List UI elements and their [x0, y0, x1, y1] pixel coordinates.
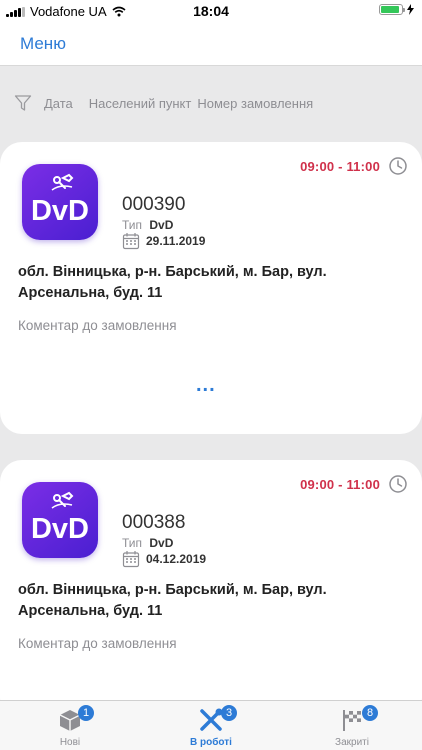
- time-range: 09:00 - 11:00: [300, 159, 380, 174]
- tools-icon: [141, 707, 281, 738]
- type-value: DvD: [149, 218, 174, 232]
- tab-badge: 8: [362, 705, 378, 721]
- filter-icon[interactable]: [14, 94, 32, 112]
- order-date: 29.11.2019: [122, 232, 205, 250]
- order-date: 04.12.2019: [122, 550, 206, 568]
- box-icon: [0, 707, 140, 738]
- calendar-icon: [122, 551, 140, 568]
- clock-icon: [389, 157, 407, 175]
- order-card[interactable]: 09:00 - 11:00 DvD 000388 Тип DvD 04.12.2…: [0, 460, 422, 720]
- tab-closed[interactable]: 8 Закриті: [282, 701, 422, 750]
- filter-bar: Дата Населений пункт Номер замовлення: [0, 86, 422, 120]
- status-time: 18:04: [193, 3, 229, 19]
- tab-label: В роботі: [190, 737, 232, 748]
- date-value: 04.12.2019: [146, 552, 207, 566]
- battery-icon: [379, 4, 405, 15]
- tab-label: Нові: [59, 737, 81, 748]
- charging-bolt-icon: [407, 4, 414, 15]
- tab-badge: 3: [221, 705, 237, 721]
- app-logo: DvD: [22, 164, 98, 240]
- filter-date[interactable]: Дата: [44, 96, 73, 111]
- order-card[interactable]: 09:00 - 11:00 DvD 000390 Тип DvD 29.11.2…: [0, 142, 422, 434]
- tab-bar: 1 Нові 3 В роботі 8 Закриті: [0, 700, 422, 750]
- type-label: Тип: [122, 218, 143, 232]
- tab-label: Закриті: [335, 737, 369, 748]
- wrench-icon: [51, 491, 74, 509]
- order-number: 000388: [122, 512, 186, 533]
- wrench-icon: [51, 173, 74, 191]
- status-right: [379, 4, 414, 15]
- tab-badge: 1: [78, 705, 94, 721]
- order-number: 000390: [122, 194, 186, 215]
- date-value: 29.11.2019: [146, 234, 206, 248]
- tab-in-progress[interactable]: 3 В роботі: [141, 701, 281, 750]
- more-button[interactable]: ...: [196, 374, 216, 397]
- filter-order-number[interactable]: Номер замовлення: [197, 96, 313, 111]
- order-address: обл. Вінницька, р-н. Барський, м. Бар, в…: [18, 264, 327, 301]
- navigation-bar: Меню: [0, 22, 422, 66]
- finish-flag-icon: [282, 707, 422, 738]
- order-type: Тип DvD: [122, 536, 173, 550]
- status-bar: Vodafone UA 18:04: [0, 0, 422, 22]
- type-label: Тип: [122, 536, 143, 550]
- type-value: DvD: [149, 536, 174, 550]
- filter-locality[interactable]: Населений пункт: [89, 96, 192, 111]
- clock-icon: [389, 475, 407, 493]
- logo-text: DvD: [30, 195, 89, 227]
- order-comment[interactable]: Коментар до замовлення: [18, 318, 177, 333]
- order-type: Тип DvD: [122, 218, 173, 232]
- menu-button[interactable]: Меню: [20, 34, 66, 54]
- calendar-icon: [122, 233, 140, 250]
- logo-text: DvD: [30, 513, 89, 545]
- time-range: 09:00 - 11:00: [300, 477, 380, 492]
- app-logo: DvD: [22, 482, 98, 558]
- order-comment[interactable]: Коментар до замовлення: [18, 636, 177, 651]
- tab-new[interactable]: 1 Нові: [0, 701, 140, 750]
- order-address: обл. Вінницька, р-н. Барський, м. Бар, в…: [18, 582, 327, 619]
